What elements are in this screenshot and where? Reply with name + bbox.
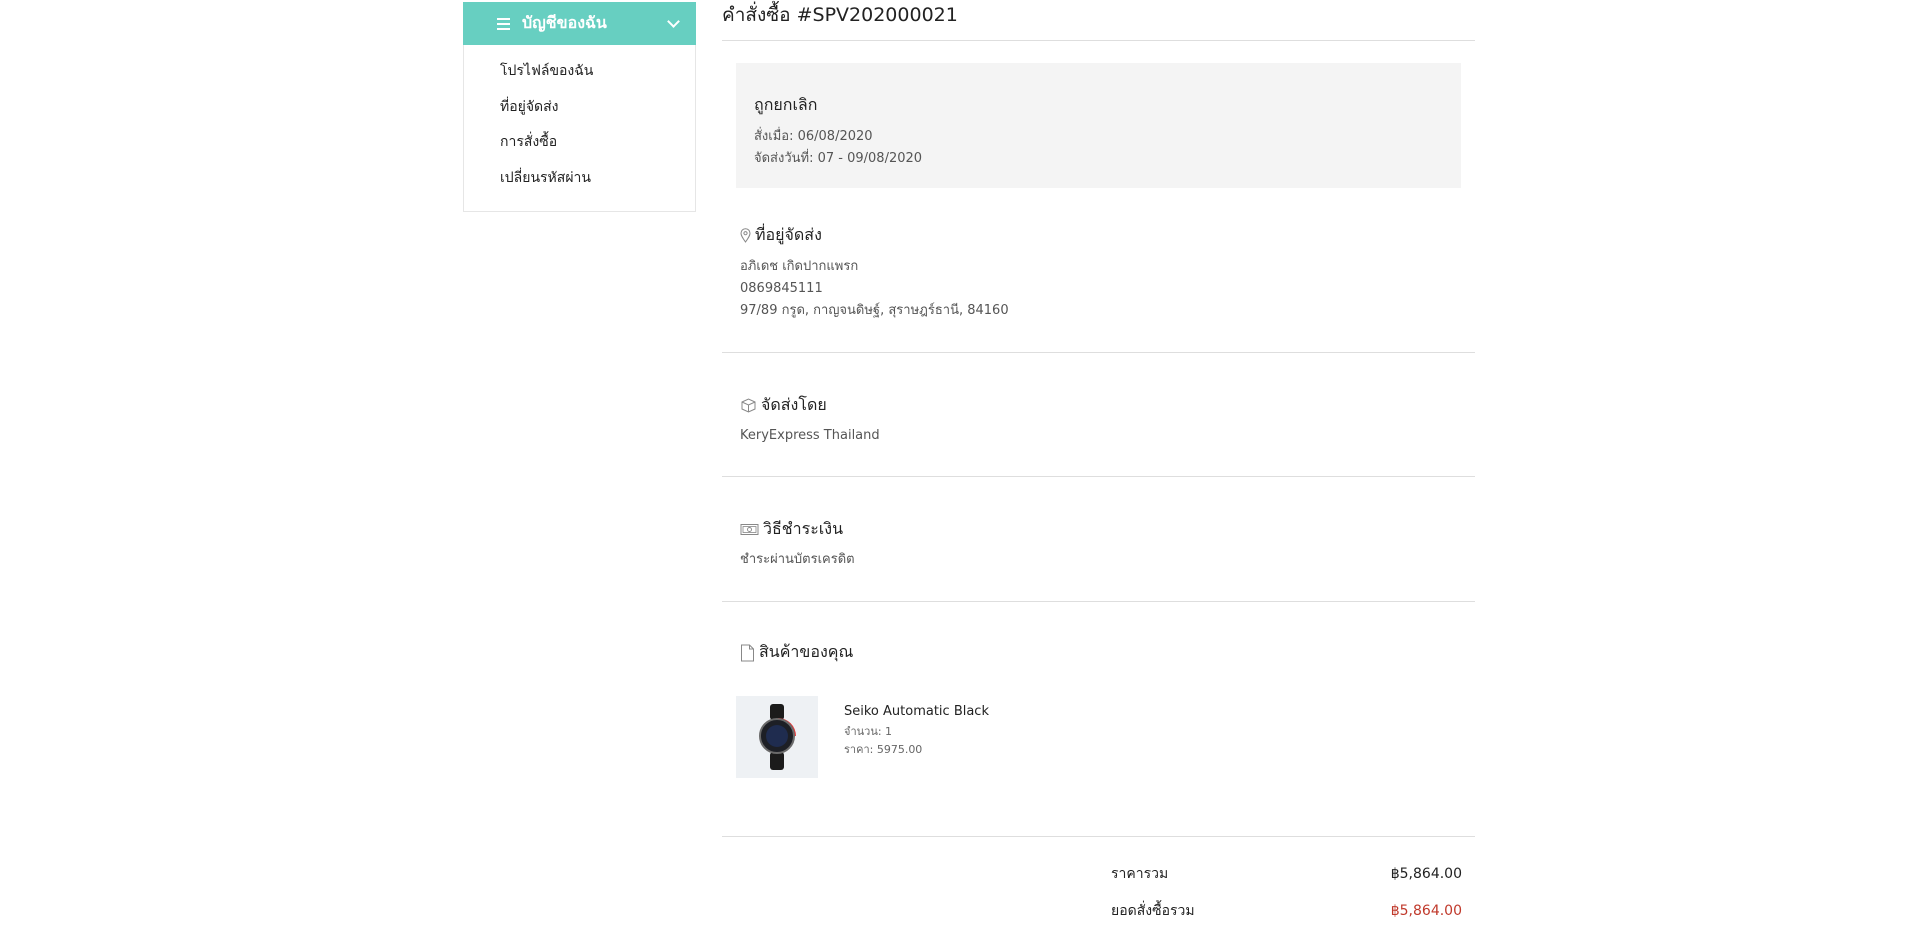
products-heading: สินค้าของคุณ	[759, 642, 854, 661]
recipient-phone: 0869845111	[740, 281, 823, 296]
account-sidebar: บัญชีของฉัน โปรไฟล์ของฉัน ที่อยู่จัดส่ง …	[463, 2, 696, 212]
sidebar-menu: โปรไฟล์ของฉัน ที่อยู่จัดส่ง การสั่งซื้อ …	[463, 45, 696, 212]
payment-heading: วิธีชำระเงิน	[763, 519, 843, 538]
order-detail: คำสั่งซื้อ #SPV202000021 ถูกยกเลิก สั่งเ…	[722, 0, 1475, 936]
carrier-heading: จัดส่งโดย	[761, 395, 827, 414]
product-image[interactable]	[736, 696, 818, 778]
menu-icon	[497, 17, 510, 30]
order-status: ถูกยกเลิก	[754, 95, 818, 114]
sidebar-item-orders[interactable]: การสั่งซื้อ	[464, 130, 695, 166]
subtotal-value: ฿5,864.00	[1390, 866, 1462, 882]
sidebar-item-address[interactable]: ที่อยู่จัดส่ง	[464, 95, 695, 131]
subtotal-row: ราคารวม ฿5,864.00	[1111, 862, 1462, 899]
subtotal-label: ราคารวม	[1111, 866, 1169, 882]
recipient-name: อภิเดช เกิดปากแพรก	[740, 259, 859, 274]
payment-section: วิธีชำระเงิน ชำระผ่านบัตรเครดิต	[722, 477, 1475, 602]
page-title: คำสั่งซื้อ #SPV202000021	[722, 2, 1475, 41]
payment-method: ชำระผ่านบัตรเครดิต	[740, 552, 855, 567]
grand-total-value: ฿5,864.00	[1390, 903, 1462, 919]
order-status-box: ถูกยกเลิก สั่งเมื่อ: 06/08/2020 จัดส่งวั…	[736, 63, 1461, 188]
sidebar-title: บัญชีของฉัน	[522, 13, 607, 32]
product-item[interactable]: Seiko Automatic Black จำนวน: 1 ราคา: 597…	[736, 696, 1457, 778]
account-menu-toggle[interactable]: บัญชีของฉัน	[463, 2, 696, 45]
grand-total-label: ยอดสั่งซื้อรวม	[1111, 903, 1195, 919]
sidebar-item-change-password[interactable]: เปลี่ยนรหัสผ่าน	[464, 166, 695, 202]
product-name[interactable]: Seiko Automatic Black	[844, 704, 989, 719]
shipping-carrier-section: จัดส่งโดย KeryExpress Thailand	[722, 353, 1475, 477]
product-quantity: จำนวน: 1	[844, 725, 893, 738]
sidebar-item-profile[interactable]: โปรไฟล์ของฉัน	[464, 59, 695, 95]
shipping-address-section: ที่อยู่จัดส่ง อภิเดช เกิดปากแพรก 0869845…	[722, 188, 1475, 353]
products-section: สินค้าของคุณ Seiko Automatic Black จำนวน…	[722, 602, 1475, 837]
address-heading: ที่อยู่จัดส่ง	[755, 225, 822, 244]
banknote-icon	[740, 523, 759, 536]
carrier-name: KeryExpress Thailand	[740, 428, 880, 443]
document-icon	[740, 644, 755, 662]
product-price: ราคา: 5975.00	[844, 743, 923, 756]
grand-total-row: ยอดสั่งซื้อรวม ฿5,864.00	[1111, 899, 1462, 936]
order-totals: ราคารวม ฿5,864.00 ยอดสั่งซื้อรวม ฿5,864.…	[1111, 837, 1462, 936]
box-icon	[740, 398, 757, 413]
ship-date-range: จัดส่งวันที่: 07 - 09/08/2020	[754, 151, 923, 166]
location-pin-icon	[740, 228, 751, 243]
order-date: สั่งเมื่อ: 06/08/2020	[754, 129, 873, 144]
address-line: 97/89 กรูด, กาญจนดิษฐ์, สุราษฎร์ธานี, 84…	[740, 303, 1009, 318]
chevron-down-icon	[667, 15, 680, 28]
